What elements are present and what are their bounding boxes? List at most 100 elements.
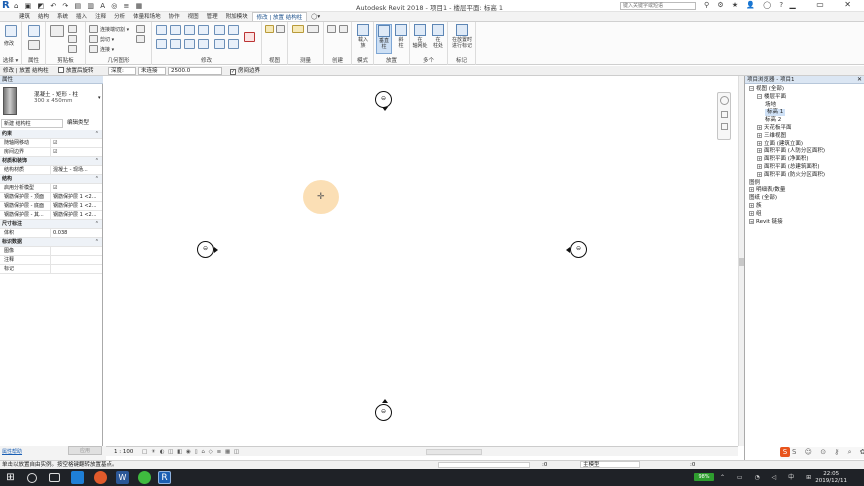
scale-icon[interactable]	[214, 39, 225, 49]
tag-on-placement-button[interactable]: 在放置时 进行标记	[452, 24, 472, 54]
align-icon[interactable]	[156, 25, 167, 35]
property-value[interactable]: 钢筋保护层 1 <2...	[50, 202, 102, 211]
elevation-marker-west[interactable]: ⊖	[197, 241, 214, 258]
expand-toggle-icon[interactable]: +	[757, 156, 762, 162]
revit-logo-icon[interactable]: R	[2, 0, 12, 11]
ime-icons[interactable]: S ☺ ⊙ ⚷ ⌕ ✿ ⊡	[792, 448, 864, 456]
zoom-fit-icon[interactable]	[721, 123, 728, 130]
pin-icon[interactable]	[228, 39, 239, 49]
modify-icon[interactable]	[5, 25, 17, 37]
apply-button[interactable]: 应用	[68, 446, 102, 455]
browser-node[interactable]: + 面积平面 (总建筑面积)	[757, 164, 820, 171]
expand-toggle-icon[interactable]: +	[749, 210, 754, 216]
expand-toggle-icon[interactable]: +	[757, 171, 762, 177]
title-tools[interactable]: ⚲ ⚙ ★ 👤 ◯ ?	[704, 1, 786, 9]
property-value[interactable]: 钢筋保护层 1 <2...	[50, 211, 102, 220]
tab-view[interactable]: 视图	[184, 12, 203, 21]
paste-icon[interactable]	[50, 25, 64, 37]
collapse-icon[interactable]: ⌃	[95, 238, 99, 247]
expand-toggle-icon[interactable]: +	[749, 187, 754, 193]
collapse-toggle-icon[interactable]: −	[757, 93, 762, 99]
copy-icon[interactable]	[68, 35, 77, 43]
browser-node[interactable]: + 面积平面 (防火分区面积)	[757, 171, 825, 179]
type-selector-dropdown-icon[interactable]: ▾	[98, 95, 101, 101]
paint-icon[interactable]	[136, 35, 145, 43]
wall-joins-icon[interactable]	[136, 25, 145, 33]
expand-toggle-icon[interactable]: +	[749, 203, 754, 208]
windows-start-icon[interactable]: ⊞	[4, 471, 17, 484]
view-control-icons[interactable]: □ ☀ ◐ ◫ ◧ ◉ ▯ ⌂ ◇ ≡ ▦ ◫	[142, 447, 240, 457]
design-option-field[interactable]: 主模型	[580, 461, 640, 468]
expand-toggle-icon[interactable]: +	[757, 132, 762, 138]
offset-icon[interactable]	[170, 25, 181, 35]
cut-join-label[interactable]: 连接端切割 ▾	[100, 26, 129, 33]
wechat-icon[interactable]	[138, 471, 151, 484]
properties-section[interactable]: 材质和装饰 ⌃	[0, 157, 102, 166]
expand-toggle-icon[interactable]: +	[757, 140, 762, 146]
tab-annotate[interactable]: 注释	[91, 12, 110, 21]
level-select[interactable]: 未连接	[138, 67, 166, 75]
split-icon[interactable]	[214, 25, 225, 35]
tab-addins[interactable]: 附加模块	[222, 12, 252, 21]
depth-select[interactable]: 深度:	[108, 67, 136, 75]
group-select-label[interactable]: 选择 ▾	[0, 56, 21, 64]
search-icon[interactable]	[27, 473, 37, 483]
browser-node[interactable]: + 明细表/数量	[749, 187, 785, 194]
properties-section[interactable]: 结构 ⌃	[0, 175, 102, 184]
elevation-marker-east[interactable]: ⊖	[570, 241, 587, 258]
copy-element-icon[interactable]	[170, 39, 181, 49]
view-scale[interactable]: 1 : 100	[114, 447, 133, 457]
browser-node[interactable]: 标高 2	[765, 117, 781, 124]
system-tray-icons[interactable]: ⌃ ▭ ◔ ◁ 中 ⊞	[720, 472, 816, 481]
taskbar-clock[interactable]: 22:05 2019/12/11	[815, 471, 847, 484]
browser-node[interactable]: − 视图 (全部)	[749, 86, 784, 93]
load-family-button[interactable]: 载入 族	[355, 24, 371, 54]
tab-analyze[interactable]: 分析	[110, 12, 129, 21]
room-bounding-box[interactable]: ✓	[230, 69, 236, 75]
override-graphics-icon[interactable]	[276, 25, 285, 33]
instance-selector[interactable]: 新建 结构柱	[1, 119, 63, 128]
rotate-after-checkbox[interactable]: 放置后旋转	[58, 66, 94, 76]
slanted-column-button[interactable]: 斜 柱	[393, 24, 409, 54]
zoom-region-icon[interactable]	[721, 111, 728, 118]
properties-section[interactable]: 尺寸标注 ⌃	[0, 220, 102, 229]
expand-toggle-icon[interactable]: ∞	[749, 218, 754, 224]
elevation-marker-south[interactable]: ⊖	[375, 404, 392, 421]
browser-node[interactable]: − 楼层平面	[757, 93, 786, 101]
property-value[interactable]	[50, 265, 102, 274]
edit-type-button[interactable]: 编辑类型	[67, 119, 89, 128]
horizontal-scrollbar[interactable]	[426, 449, 482, 455]
collapse-icon[interactable]: ⌃	[95, 175, 99, 184]
rotate-icon[interactable]	[184, 39, 195, 49]
properties-icon[interactable]	[28, 25, 40, 37]
edge-browser-icon[interactable]	[71, 471, 84, 484]
browser-node[interactable]: + 立面 (建筑立面)	[757, 140, 803, 148]
browser-node[interactable]: 图纸 (全部)	[749, 195, 777, 202]
browser-node[interactable]: + 面积平面 (人防分区面积)	[757, 148, 825, 155]
hide-element-icon[interactable]	[265, 25, 274, 33]
type-properties-icon[interactable]	[28, 40, 40, 50]
collapse-toggle-icon[interactable]: −	[749, 86, 754, 91]
at-grids-button[interactable]: 在 轴网处	[412, 24, 428, 54]
collapse-icon[interactable]: ⌃	[95, 220, 99, 229]
ime-toolbar[interactable]: SS ☺ ⊙ ⚷ ⌕ ✿ ⊡	[780, 447, 864, 459]
properties-help-link[interactable]: 属性帮助	[2, 448, 22, 455]
tab-insert[interactable]: 插入	[72, 12, 91, 21]
window-controls[interactable]: ▁ ▭ ✕	[790, 0, 861, 9]
sohu-ime-icon[interactable]: S	[780, 447, 790, 457]
height-input[interactable]: 2500.0	[168, 67, 222, 75]
cope-icon[interactable]	[89, 25, 98, 33]
expand-toggle-icon[interactable]: +	[757, 125, 762, 130]
browser-node[interactable]: + 天花板平面	[757, 125, 792, 132]
tab-massing[interactable]: 体量和场地	[129, 12, 165, 21]
cut-geometry-icon[interactable]	[89, 35, 98, 43]
close-icon[interactable]: ✕	[857, 76, 862, 84]
browser-node[interactable]: + 三维视图	[757, 132, 786, 140]
tab-overflow[interactable]: ◯▾	[307, 12, 324, 21]
tab-structure[interactable]: 结构	[34, 12, 53, 21]
properties-section[interactable]: 标识数据 ⌃	[0, 238, 102, 247]
drawing-canvas[interactable]: ⊖ ⊖ ⊖ ⊖	[106, 76, 738, 446]
expand-toggle-icon[interactable]: +	[757, 148, 762, 154]
mirror-axis-icon[interactable]	[184, 25, 195, 35]
modify-label[interactable]: 修改	[4, 40, 14, 47]
